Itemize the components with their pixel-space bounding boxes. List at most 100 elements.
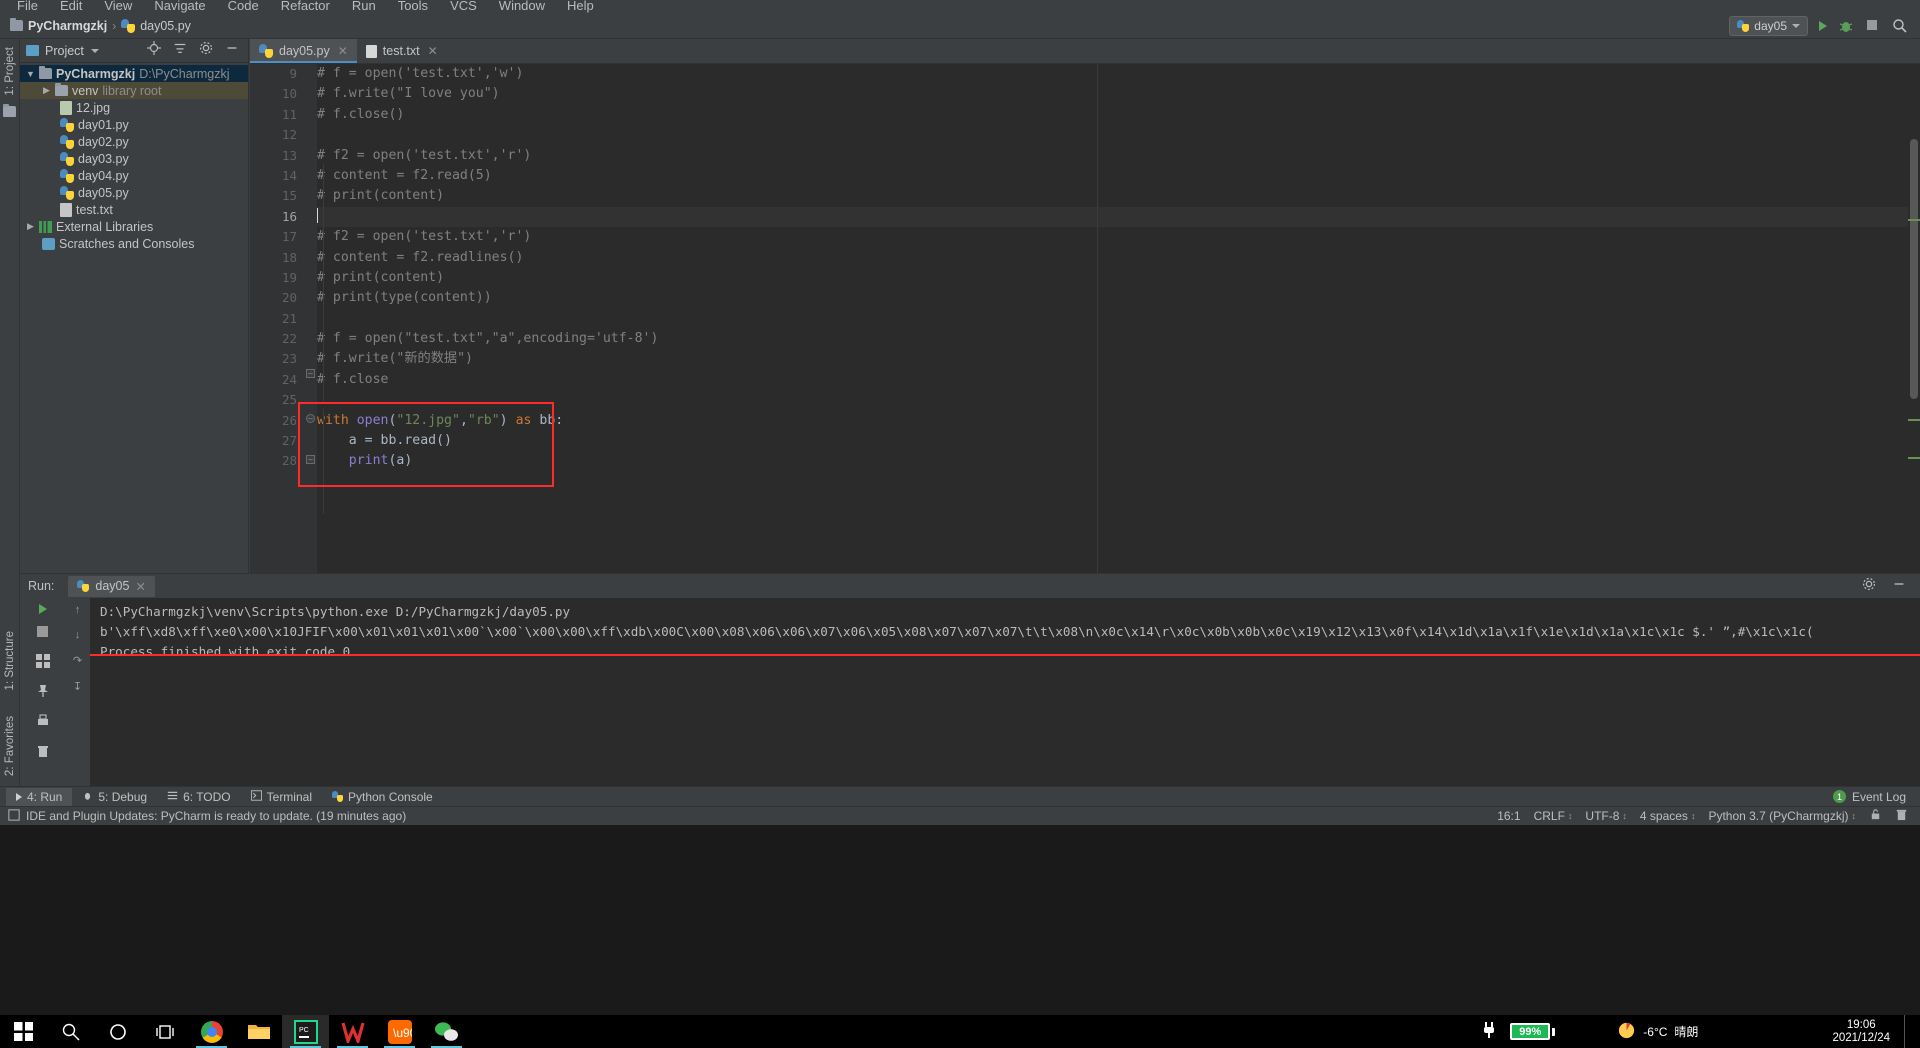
locate-icon[interactable] (147, 41, 161, 60)
chevron-down-icon[interactable] (90, 48, 99, 53)
cortana-icon[interactable] (94, 1015, 141, 1048)
fold-gutter[interactable] (305, 64, 317, 573)
settings-gear-icon[interactable] (199, 41, 213, 60)
search-icon[interactable] (47, 1015, 94, 1048)
tree-item-day04[interactable]: day04.py (20, 167, 248, 184)
chevron-down-icon[interactable]: ▼ (26, 69, 35, 79)
event-log-label[interactable]: Event Log (1852, 790, 1906, 804)
menu-item-file[interactable]: File (6, 0, 49, 13)
error-stripe-marker[interactable] (1908, 419, 1920, 421)
breadcrumb-file[interactable]: day05.py (140, 19, 191, 33)
chrome-icon[interactable] (188, 1015, 235, 1048)
tool-window-debug[interactable]: 5: Debug (72, 788, 157, 806)
line-separator-selector[interactable]: CRLF ↕ (1534, 809, 1573, 823)
stop-icon[interactable] (36, 625, 49, 643)
collapse-all-icon[interactable] (173, 41, 187, 60)
error-stripe-marker[interactable] (1908, 457, 1920, 459)
taskbar-clock[interactable]: 19:06 2021/12/24 (1832, 1019, 1890, 1045)
tool-window-terminal[interactable]: Terminal (241, 788, 322, 806)
encoding-selector[interactable]: UTF-8 ↕ (1585, 809, 1627, 823)
menu-item-run[interactable]: Run (341, 0, 387, 13)
close-icon[interactable]: ✕ (338, 44, 348, 58)
task-view-icon[interactable] (141, 1015, 188, 1048)
run-tab-day05[interactable]: day05 ✕ (68, 575, 155, 597)
layout-icon[interactable] (35, 654, 50, 673)
hide-panel-icon[interactable] (1892, 577, 1906, 596)
stop-icon[interactable] (1865, 18, 1881, 34)
pin-icon[interactable] (36, 684, 50, 703)
tree-item-day02[interactable]: day02.py (20, 133, 248, 150)
menu-item-view[interactable]: View (93, 0, 143, 13)
hide-panel-icon[interactable] (225, 41, 239, 60)
fold-marker-collapse[interactable]: – (306, 414, 315, 423)
tree-item-scratches[interactable]: Scratches and Consoles (20, 235, 248, 252)
windows-start-icon[interactable] (0, 1015, 47, 1048)
sidebar-item-favorites[interactable]: 2: Favorites (4, 716, 16, 776)
scrollbar-thumb[interactable] (1910, 139, 1918, 399)
tree-item-12jpg[interactable]: 12.jpg (20, 99, 248, 116)
chevron-right-icon[interactable]: ▶ (42, 85, 51, 96)
scroll-to-end-icon[interactable]: ↧ (73, 680, 82, 693)
code-text[interactable]: # f = open('test.txt','w') # f.write("I … (317, 64, 1920, 472)
weather-widget[interactable]: -6°C 晴朗 (1617, 1021, 1698, 1043)
tab-test-txt[interactable]: test.txt ✕ (356, 39, 447, 63)
tool-window-python-console[interactable]: Python Console (322, 788, 443, 806)
tree-item-day05[interactable]: day05.py (20, 184, 248, 201)
menu-item-navigate[interactable]: Navigate (143, 0, 216, 13)
rerun-icon[interactable] (38, 604, 47, 614)
tab-day05-py[interactable]: day05.py ✕ (250, 39, 357, 63)
tree-item-pycharmgzkj[interactable]: ▼ PyCharmgzkj D:\PyCharmgzkj (20, 65, 248, 82)
scroll-up-icon[interactable]: ↑ (75, 604, 81, 616)
scroll-down-icon[interactable]: ↓ (75, 629, 81, 641)
print-icon[interactable] (36, 714, 50, 733)
tree-item-day03[interactable]: day03.py (20, 150, 248, 167)
lock-icon[interactable] (1869, 808, 1882, 824)
trash-icon[interactable] (36, 744, 50, 763)
tool-window-run[interactable]: 4: Run (6, 787, 73, 806)
menu-item-window[interactable]: Window (488, 0, 556, 13)
run-configuration-selector[interactable]: day05 (1729, 15, 1808, 36)
menu-item-code[interactable]: Code (217, 0, 270, 13)
sidebar-item-project[interactable]: 1: Project (4, 47, 16, 96)
chevron-right-icon[interactable]: ▶ (26, 221, 35, 232)
menu-item-help[interactable]: Help (556, 0, 605, 13)
tim-icon[interactable]: \u901a (376, 1015, 423, 1048)
menu-item-edit[interactable]: Edit (49, 0, 93, 13)
close-icon[interactable]: ✕ (428, 44, 438, 58)
breadcrumb-project[interactable]: PyCharmgzkj (28, 19, 107, 33)
console-output[interactable]: D:\PyCharmgzkj\venv\Scripts\python.exe D… (90, 598, 1920, 787)
battery-indicator[interactable]: 99% (1510, 1023, 1556, 1040)
fold-marker-collapse[interactable]: – (306, 369, 315, 378)
error-stripe-marker[interactable] (1908, 219, 1920, 221)
debug-icon[interactable] (1838, 18, 1854, 34)
sidebar-item-structure[interactable]: 1: Structure (4, 631, 16, 690)
power-plug-icon[interactable] (1482, 1021, 1496, 1042)
wps-icon[interactable] (329, 1015, 376, 1048)
file-explorer-icon[interactable] (235, 1015, 282, 1048)
show-desktop-button[interactable] (1904, 1015, 1910, 1048)
tree-item-day01[interactable]: day01.py (20, 116, 248, 133)
settings-gear-icon[interactable] (1862, 577, 1876, 596)
tree-item-external-libraries[interactable]: ▶ External Libraries (20, 218, 248, 235)
search-icon[interactable] (1892, 18, 1908, 34)
event-log-area[interactable]: 1 Event Log (1832, 790, 1920, 804)
editor-scrollbar[interactable] (1908, 89, 1920, 573)
tree-item-testtxt[interactable]: test.txt (20, 201, 248, 218)
trash-icon[interactable] (1895, 808, 1908, 824)
soft-wrap-icon[interactable]: ↷ (73, 654, 82, 667)
menu-item-vcs[interactable]: VCS (439, 0, 488, 13)
status-message[interactable]: IDE and Plugin Updates: PyCharm is ready… (26, 809, 406, 823)
fold-marker-collapse[interactable]: – (306, 455, 315, 464)
run-icon[interactable] (1819, 20, 1827, 31)
indent-selector[interactable]: 4 spaces ↕ (1640, 809, 1696, 823)
menu-item-tools[interactable]: Tools (387, 0, 439, 13)
close-icon[interactable]: ✕ (135, 579, 145, 594)
pycharm-icon[interactable]: PC (282, 1015, 329, 1048)
caret-position[interactable]: 16:1 (1497, 809, 1520, 823)
tool-window-todo[interactable]: 6: TODO (157, 788, 241, 806)
wechat-icon[interactable] (423, 1015, 470, 1048)
menu-item-refactor[interactable]: Refactor (270, 0, 341, 13)
tree-item-venv[interactable]: ▶ venv library root (20, 82, 248, 99)
code-editor[interactable]: 9 10 11 12 13 14 15 16 17 18 19 20 21 22… (250, 64, 1920, 573)
interpreter-selector[interactable]: Python 3.7 (PyCharmgzkj) ↕ (1708, 809, 1856, 823)
